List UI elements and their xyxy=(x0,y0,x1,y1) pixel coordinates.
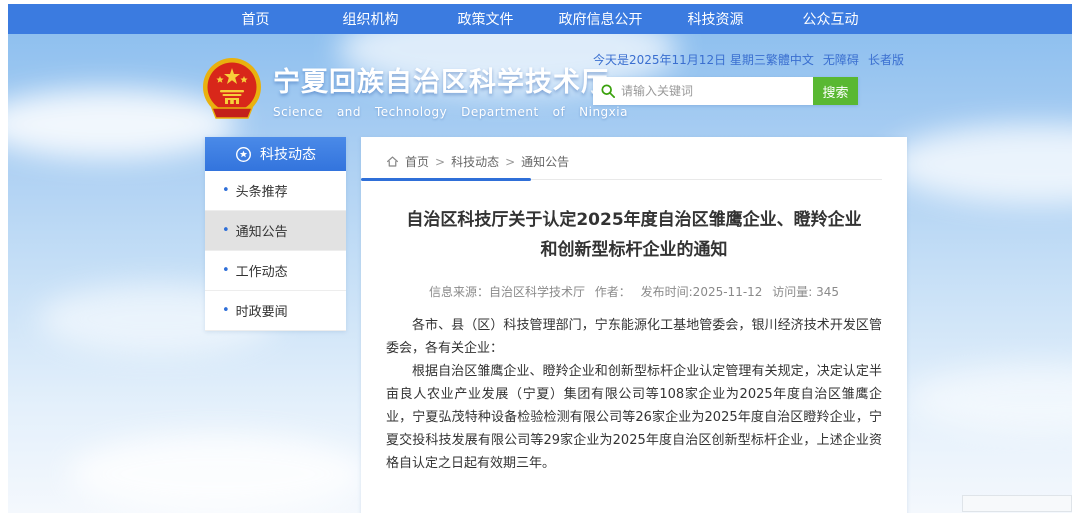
header-right: 今天是2025年11月12日 星期三 繁體中文 无障碍 长者版 搜索 xyxy=(593,51,866,105)
bullet-icon: • xyxy=(222,303,230,318)
article-paragraph: 根据自治区雏鹰企业、瞪羚企业和创新型标杆企业认定管理有关规定，决定认定半亩良人农… xyxy=(386,360,882,475)
site-titles: 宁夏回族自治区科学技术厅 Science and Technology Depa… xyxy=(273,60,628,119)
bullet-icon: • xyxy=(222,263,230,278)
sidebar-item-notices[interactable]: • 通知公告 xyxy=(205,211,346,251)
meta-author: 作者： xyxy=(595,285,631,299)
sidebar-header: 科技动态 xyxy=(205,137,346,171)
meta-source: 信息来源：自治区科学技术厅 xyxy=(429,285,585,299)
meta-visits: 访问量: 345 xyxy=(772,285,839,299)
article-meta: 信息来源：自治区科学技术厅 作者： 发布时间:2025-11-12 访问量: 3… xyxy=(386,283,882,300)
sidebar-item-current-politics[interactable]: • 时政要闻 xyxy=(205,291,346,331)
circled-star-icon xyxy=(235,146,252,163)
site-name-en-word: Technology xyxy=(375,105,447,119)
article-panel: 首页 > 科技动态 > 通知公告 自治区科技厅关于认定2025年度自治区雏鹰企业… xyxy=(361,137,907,513)
nav-item-public-interaction[interactable]: 公众互动 xyxy=(773,9,888,29)
sky-background: 宁夏回族自治区科学技术厅 Science and Technology Depa… xyxy=(8,34,1072,513)
bullet-icon: • xyxy=(222,183,230,198)
sidebar-item-label: 工作动态 xyxy=(236,261,288,280)
top-nav: 首页 组织机构 政策文件 政府信息公开 科技资源 公众互动 xyxy=(8,4,1072,34)
site-name-en-word: Science xyxy=(273,105,323,119)
link-traditional-chinese[interactable]: 繁體中文 xyxy=(766,51,814,68)
article-body: 各市、县（区）科技管理部门，宁东能源化工基地管委会，银川经济技术开发区管委会，各… xyxy=(386,314,882,475)
national-emblem-logo xyxy=(200,56,264,122)
site-name-en-word: Ningxia xyxy=(579,105,628,119)
home-icon xyxy=(386,155,399,168)
breadcrumb-tech-news[interactable]: 科技动态 xyxy=(451,153,499,170)
breadcrumb-notices[interactable]: 通知公告 xyxy=(521,153,569,170)
nav-item-home[interactable]: 首页 xyxy=(198,9,313,29)
site-brand: 宁夏回族自治区科学技术厅 Science and Technology Depa… xyxy=(200,56,628,122)
corner-widget xyxy=(962,495,1072,512)
article-title-line1: 自治区科技厅关于认定2025年度自治区雏鹰企业、瞪羚企业 xyxy=(386,206,882,236)
link-elderly-version[interactable]: 长者版 xyxy=(868,51,904,68)
search-input-wrap xyxy=(593,77,813,105)
nav-item-gov-info-disclosure[interactable]: 政府信息公开 xyxy=(543,9,658,29)
sidebar: 科技动态 • 头条推荐 • 通知公告 • 工作动态 xyxy=(205,137,346,331)
search-bar: 搜索 xyxy=(593,77,858,105)
article-title-line2: 和创新型标杆企业的通知 xyxy=(386,236,882,266)
breadcrumb-separator: > xyxy=(505,155,515,169)
nav-item-policy-documents[interactable]: 政策文件 xyxy=(428,9,543,29)
current-date: 今天是2025年11月12日 星期三 xyxy=(593,51,766,68)
sidebar-item-label: 时政要闻 xyxy=(236,301,288,320)
sidebar-menu: • 头条推荐 • 通知公告 • 工作动态 • 时政要闻 xyxy=(205,171,346,331)
page-frame: 首页 组织机构 政策文件 政府信息公开 科技资源 公众互动 xyxy=(8,4,1072,513)
search-button[interactable]: 搜索 xyxy=(813,77,858,105)
sidebar-item-label: 通知公告 xyxy=(236,221,288,240)
sidebar-item-label: 头条推荐 xyxy=(236,181,288,200)
header-info-line: 今天是2025年11月12日 星期三 繁體中文 无障碍 长者版 xyxy=(593,51,874,68)
site-name-english: Science and Technology Department of Nin… xyxy=(273,105,628,119)
sidebar-title: 科技动态 xyxy=(260,144,316,164)
breadcrumb-separator: > xyxy=(435,155,445,169)
site-name-en-word: and xyxy=(337,105,361,119)
site-name: 宁夏回族自治区科学技术厅 xyxy=(273,60,628,99)
site-name-en-word: of xyxy=(553,105,566,119)
search-input[interactable] xyxy=(621,84,805,98)
article-title: 自治区科技厅关于认定2025年度自治区雏鹰企业、瞪羚企业 和创新型标杆企业的通知 xyxy=(386,206,882,266)
breadcrumb-home[interactable]: 首页 xyxy=(405,153,429,170)
bullet-icon: • xyxy=(222,223,230,238)
nav-item-tech-resources[interactable]: 科技资源 xyxy=(658,9,773,29)
article-paragraph: 各市、县（区）科技管理部门，宁东能源化工基地管委会，银川经济技术开发区管委会，各… xyxy=(386,314,882,360)
nav-item-organization[interactable]: 组织机构 xyxy=(313,9,428,29)
header-utility-links: 繁體中文 无障碍 长者版 xyxy=(766,51,904,68)
meta-publish-date: 发布时间:2025-11-12 xyxy=(641,285,763,299)
content-area: 科技动态 • 头条推荐 • 通知公告 • 工作动态 xyxy=(8,137,1072,513)
sidebar-item-work-updates[interactable]: • 工作动态 xyxy=(205,251,346,291)
search-icon xyxy=(601,84,615,98)
link-accessibility[interactable]: 无障碍 xyxy=(823,51,859,68)
site-name-en-word: Department xyxy=(461,105,539,119)
breadcrumb: 首页 > 科技动态 > 通知公告 xyxy=(386,147,882,180)
sidebar-item-headline-recommend[interactable]: • 头条推荐 xyxy=(205,171,346,211)
